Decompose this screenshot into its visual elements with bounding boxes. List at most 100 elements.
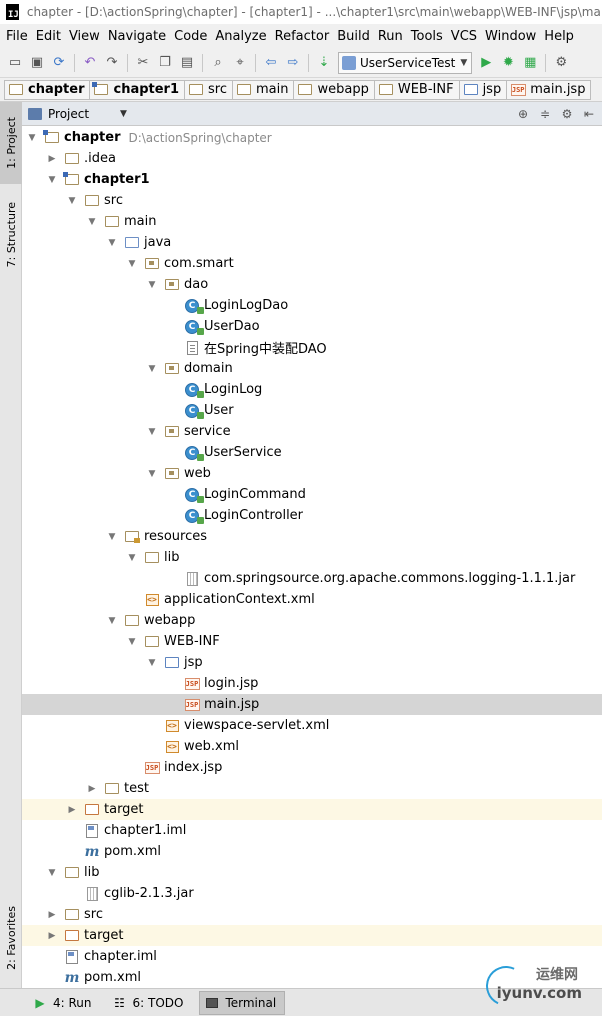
breadcrumb-src[interactable]: src (185, 79, 233, 100)
tab-run[interactable]: ▶ 4: Run (28, 991, 100, 1015)
tree-node-chapter1-target[interactable]: ▶ target (22, 799, 602, 820)
tab-todo[interactable]: ☷ 6: TODO (108, 991, 192, 1015)
tree-node-userservice[interactable]: ▶ C UserService (22, 442, 602, 463)
forward-icon[interactable]: ⇨ (282, 52, 304, 74)
tree-node-domain[interactable]: ▼ domain (22, 358, 602, 379)
breadcrumb-web-inf[interactable]: WEB-INF (374, 79, 460, 100)
expanded-arrow-icon[interactable]: ▼ (46, 175, 58, 185)
tree-node-loginlog[interactable]: ▶ C LoginLog (22, 379, 602, 400)
tree-node-chapter1-iml[interactable]: ▶ chapter1.iml (22, 820, 602, 841)
tree-node-com-smart[interactable]: ▼ com.smart (22, 253, 602, 274)
tree-node-web-xml[interactable]: ▶ <> web.xml (22, 736, 602, 757)
tree-node-chapter1[interactable]: ▼ chapter1 (22, 169, 602, 190)
tab-project[interactable]: 1: Project (0, 102, 22, 184)
expanded-arrow-icon[interactable]: ▼ (146, 427, 158, 437)
tree-node-text-file[interactable]: ▶ 在Spring中装配DAO (22, 337, 602, 358)
menu-refactor[interactable]: Refactor (271, 29, 334, 44)
menu-analyze[interactable]: Analyze (211, 29, 270, 44)
menu-vcs[interactable]: VCS (447, 29, 481, 44)
menu-window[interactable]: Window (481, 29, 540, 44)
breadcrumb-main[interactable]: main (233, 79, 295, 100)
tree-node-web[interactable]: ▼ web (22, 463, 602, 484)
expanded-arrow-icon[interactable]: ▼ (146, 469, 158, 479)
expanded-arrow-icon[interactable]: ▼ (126, 553, 138, 563)
tree-node-user[interactable]: ▶ C User (22, 400, 602, 421)
collapsed-arrow-icon[interactable]: ▶ (66, 805, 78, 815)
redo-icon[interactable]: ↷ (101, 52, 123, 74)
expanded-arrow-icon[interactable]: ▼ (146, 658, 158, 668)
find-icon[interactable]: ⌕ (207, 52, 229, 74)
tree-node-lib[interactable]: ▼ lib (22, 862, 602, 883)
expanded-arrow-icon[interactable]: ▼ (86, 217, 98, 227)
save-all-icon[interactable]: ▣ (26, 52, 48, 74)
tree-node-applicationcontext-xml[interactable]: ▶ <> applicationContext.xml (22, 589, 602, 610)
tree-node-logincontroller[interactable]: ▶ C LoginController (22, 505, 602, 526)
tree-node-main-jsp[interactable]: ▶ JSP main.jsp (22, 694, 602, 715)
menu-edit[interactable]: Edit (32, 29, 65, 44)
tree-node-root-src[interactable]: ▶ src (22, 904, 602, 925)
sync-icon[interactable]: ⟳ (48, 52, 70, 74)
tree-node-resources[interactable]: ▼ resources (22, 526, 602, 547)
collapsed-arrow-icon[interactable]: ▶ (46, 910, 58, 920)
cut-icon[interactable]: ✂ (132, 52, 154, 74)
menu-help[interactable]: Help (540, 29, 578, 44)
hide-panel-icon[interactable]: ⇤ (580, 105, 598, 123)
tree-node-loginlogdao[interactable]: ▶ C LoginLogDao (22, 295, 602, 316)
expanded-arrow-icon[interactable]: ▼ (146, 280, 158, 290)
tree-node-resources-lib[interactable]: ▼ lib (22, 547, 602, 568)
tree-node-chapter1-pom[interactable]: ▶ m pom.xml (22, 841, 602, 862)
menu-navigate[interactable]: Navigate (104, 29, 170, 44)
tree-node-webapp[interactable]: ▼ webapp (22, 610, 602, 631)
tree-node-idea[interactable]: ▶ .idea (22, 148, 602, 169)
expanded-arrow-icon[interactable]: ▼ (146, 364, 158, 374)
run-configuration-select[interactable]: UserServiceTest ▼ (338, 51, 473, 74)
tree-node-dao[interactable]: ▼ dao (22, 274, 602, 295)
expanded-arrow-icon[interactable]: ▼ (66, 196, 78, 206)
run-icon[interactable]: ▶ (475, 52, 497, 74)
gear-icon[interactable]: ⚙ (558, 105, 576, 123)
tree-node-commons-logging-jar[interactable]: ▶ com.springsource.org.apache.commons.lo… (22, 568, 602, 589)
debug-icon[interactable]: ✹ (497, 52, 519, 74)
breadcrumb-main-jsp[interactable]: JSP main.jsp (507, 79, 592, 100)
tab-terminal[interactable]: Terminal (199, 990, 286, 1015)
expanded-arrow-icon[interactable]: ▼ (126, 637, 138, 647)
tree-node-web-inf[interactable]: ▼ WEB-INF (22, 631, 602, 652)
replace-icon[interactable]: ⌖ (229, 52, 251, 74)
tree-node-src[interactable]: ▼ src (22, 190, 602, 211)
project-view-select[interactable]: Project (48, 107, 89, 121)
breadcrumb-jsp[interactable]: jsp (459, 79, 508, 100)
expanded-arrow-icon[interactable]: ▼ (106, 238, 118, 248)
tree-node-main[interactable]: ▼ main (22, 211, 602, 232)
paste-icon[interactable]: ▤ (176, 52, 198, 74)
menu-build[interactable]: Build (333, 29, 374, 44)
copy-icon[interactable]: ❐ (154, 52, 176, 74)
collapsed-arrow-icon[interactable]: ▶ (46, 154, 58, 164)
menu-view[interactable]: View (65, 29, 104, 44)
expanded-arrow-icon[interactable]: ▼ (26, 133, 38, 143)
expanded-arrow-icon[interactable]: ▼ (126, 259, 138, 269)
open-folder-icon[interactable]: ▭ (4, 52, 26, 74)
collapsed-arrow-icon[interactable]: ▶ (46, 931, 58, 941)
tree-node-jsp[interactable]: ▼ jsp (22, 652, 602, 673)
collapsed-arrow-icon[interactable]: ▶ (86, 784, 98, 794)
menu-code[interactable]: Code (170, 29, 211, 44)
tree-node-service[interactable]: ▼ service (22, 421, 602, 442)
scroll-from-source-icon[interactable]: ⊕ (514, 105, 532, 123)
breadcrumb-webapp[interactable]: webapp (294, 79, 375, 100)
tree-node-index-jsp[interactable]: ▶ JSP index.jsp (22, 757, 602, 778)
settings-icon[interactable]: ⚙ (550, 52, 572, 74)
back-icon[interactable]: ⇦ (260, 52, 282, 74)
expanded-arrow-icon[interactable]: ▼ (46, 868, 58, 878)
undo-icon[interactable]: ↶ (79, 52, 101, 74)
chevron-down-icon[interactable]: ▼ (120, 109, 127, 119)
tab-structure[interactable]: 7: Structure (0, 190, 22, 280)
tree-node-root-target[interactable]: ▶ target (22, 925, 602, 946)
menu-file[interactable]: File (2, 29, 32, 44)
breadcrumb-chapter1[interactable]: chapter1 (90, 79, 186, 100)
tree-node-java[interactable]: ▼ java (22, 232, 602, 253)
menu-tools[interactable]: Tools (407, 29, 447, 44)
tree-node-chapter[interactable]: ▼ chapter D:\actionSpring\chapter (22, 127, 602, 148)
breadcrumb-chapter[interactable]: chapter (4, 79, 91, 100)
expanded-arrow-icon[interactable]: ▼ (106, 532, 118, 542)
collapse-all-icon[interactable]: ≑ (536, 105, 554, 123)
